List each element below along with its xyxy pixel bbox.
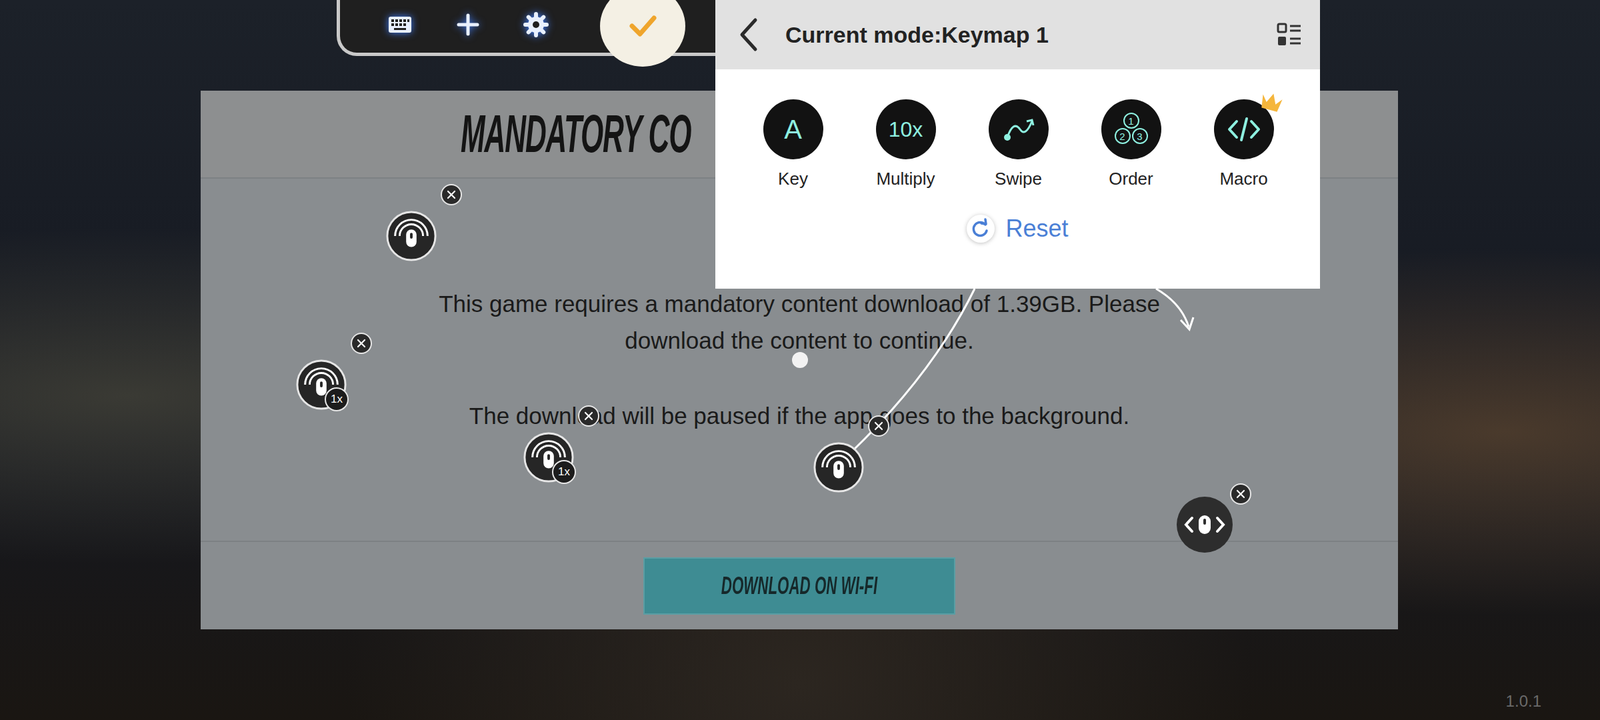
scroll-marker[interactable]	[1176, 496, 1228, 548]
tool-label: Macro	[1219, 168, 1268, 190]
remove-button[interactable]	[867, 414, 890, 438]
list-icon	[1276, 21, 1303, 48]
dialog-title: MANDATORY CO	[460, 103, 691, 165]
check-icon	[625, 8, 660, 44]
keyboard-button[interactable]	[386, 11, 414, 38]
tool-list: A Key10x Multiply Swipe123 Order Macro	[715, 69, 1320, 190]
reset-button[interactable]: Reset	[961, 212, 1074, 246]
close-icon	[1229, 482, 1252, 506]
tool-item[interactable]: 123 Order	[1074, 99, 1188, 190]
mouse-click-icon	[812, 441, 865, 494]
multiplier-badge: 1x	[552, 460, 576, 484]
dialog-paragraph: The download will be paused if the app g…	[469, 397, 1130, 434]
close-icon	[440, 183, 463, 206]
mouse-click-icon	[385, 210, 438, 262]
multiplier-badge: 1x	[324, 387, 349, 412]
swipe-tool-icon	[988, 99, 1049, 160]
mode-list-button[interactable]	[1276, 21, 1303, 48]
reset-row: Reset	[715, 189, 1320, 246]
tool-label: Key	[778, 168, 808, 190]
gear-icon	[522, 11, 550, 38]
add-button[interactable]	[454, 11, 482, 38]
close-icon	[577, 404, 600, 428]
tool-label: Swipe	[994, 168, 1042, 190]
back-arrow-icon	[736, 17, 761, 52]
panel-header: Current mode:Keymap 1	[715, 0, 1320, 70]
tool-item[interactable]: A Key	[736, 99, 850, 190]
tool-item[interactable]: Swipe	[962, 99, 1075, 190]
keymap-toolbar	[336, 0, 750, 56]
dialog-text-line: The download will be paused if the app g…	[469, 397, 1130, 434]
crown-icon	[1259, 91, 1284, 113]
remove-button[interactable]	[1229, 482, 1252, 506]
refresh-icon	[966, 214, 995, 243]
key-tool-icon: A	[763, 99, 824, 160]
remove-button[interactable]	[577, 404, 600, 428]
keyboard-icon	[386, 11, 414, 38]
scroll-wheel-icon	[1176, 496, 1234, 554]
tap-marker[interactable]	[385, 210, 438, 262]
swipe-marker[interactable]	[812, 441, 865, 494]
settings-button[interactable]	[522, 11, 550, 38]
dialog-paragraph: This game requires a mandatory content d…	[438, 285, 1160, 359]
game-screen: MANDATORY CO This game requires a mandat…	[0, 0, 1600, 720]
download-button[interactable]: DOWNLOAD ON WI-FI	[643, 557, 956, 615]
tool-item[interactable]: Macro	[1187, 99, 1300, 190]
close-icon	[350, 332, 373, 355]
plus-icon	[454, 11, 482, 38]
dialog-text-line: This game requires a mandatory content d…	[438, 285, 1160, 322]
remove-button[interactable]	[440, 183, 463, 206]
remove-button[interactable]	[350, 332, 373, 355]
tap-marker[interactable]: 1x	[522, 431, 575, 484]
tool-label: Order	[1108, 168, 1153, 190]
tap-marker[interactable]: 1x	[295, 358, 348, 411]
tool-item[interactable]: 10x Multiply	[849, 99, 962, 190]
multiply-tool-icon: 10x	[876, 99, 936, 160]
tool-label: Multiply	[876, 168, 935, 190]
swipe-point[interactable]	[792, 352, 808, 368]
macro-tool-icon	[1214, 99, 1274, 160]
code-icon	[1225, 110, 1263, 148]
order-tool-icon: 123	[1101, 99, 1162, 160]
back-button[interactable]	[736, 17, 761, 52]
version-label: 1.0.1	[1506, 692, 1542, 711]
keymap-panel: Current mode:Keymap 1 A Key10x Multiply …	[715, 0, 1320, 289]
close-icon	[867, 414, 890, 438]
panel-title: Current mode:Keymap 1	[785, 22, 1276, 48]
dialog-footer: DOWNLOAD ON WI-FI	[200, 540, 1398, 630]
swipe-icon	[1000, 110, 1038, 148]
